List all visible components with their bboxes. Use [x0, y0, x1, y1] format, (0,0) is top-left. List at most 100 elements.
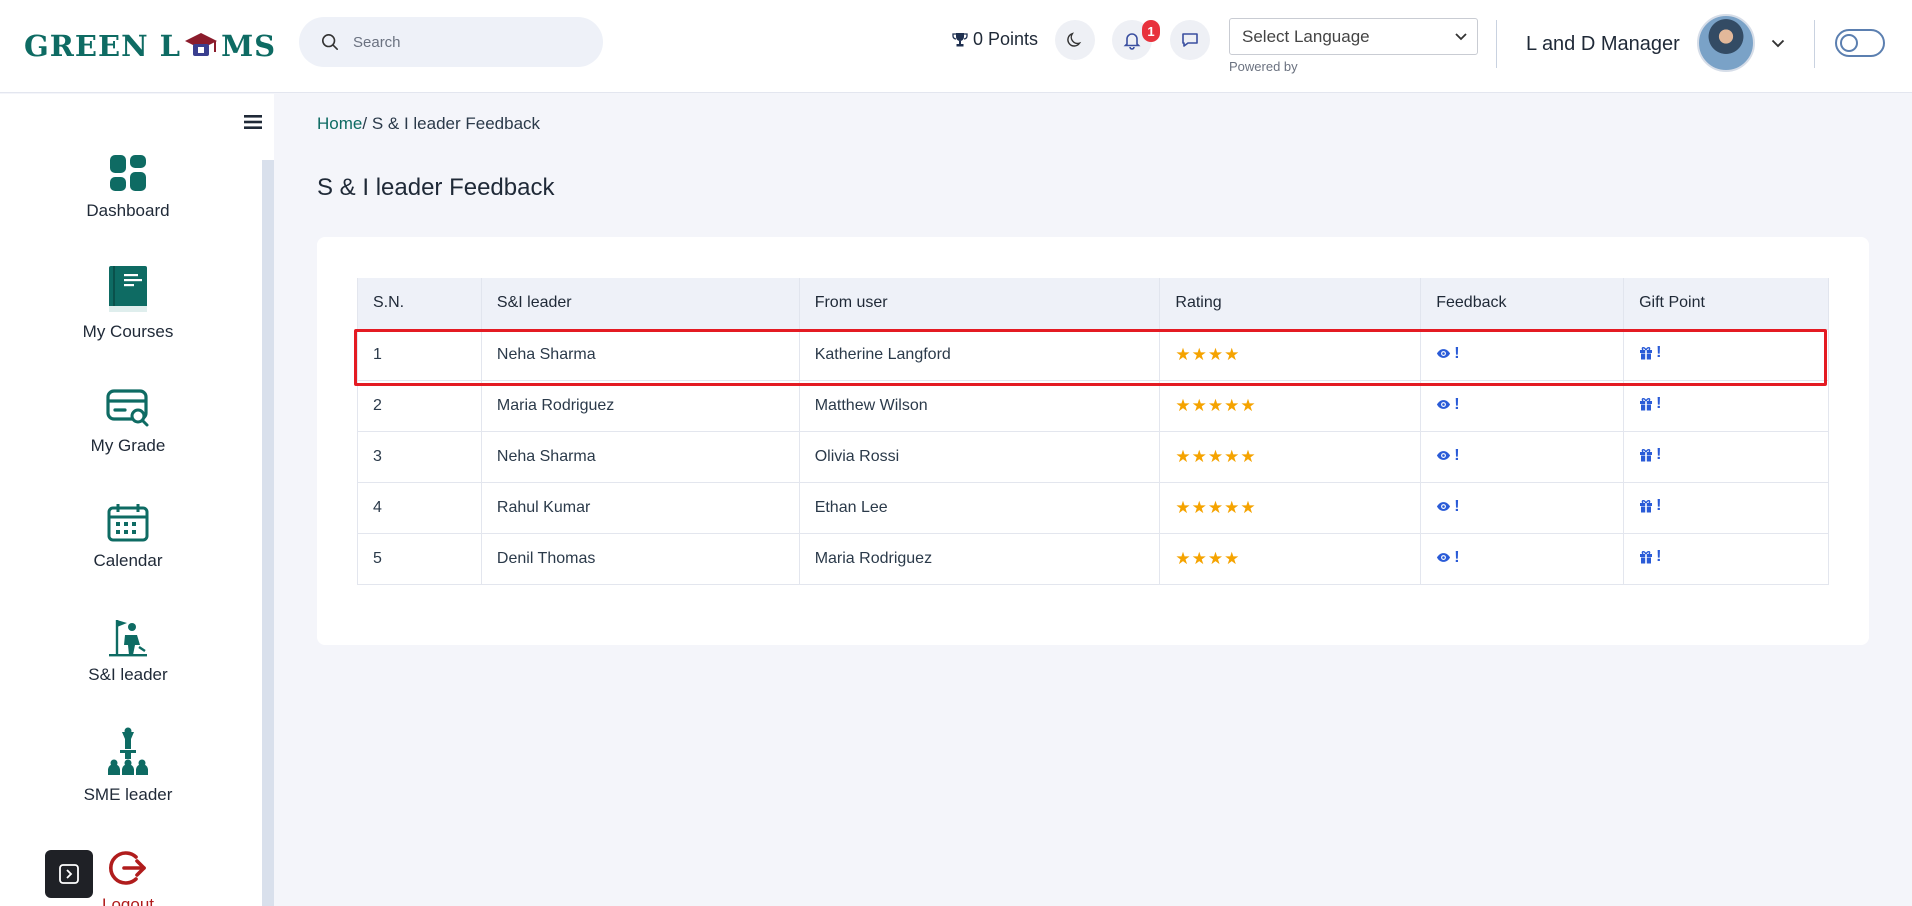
table-row: 5 Denil Thomas Maria Rodriguez ★★★★!! — [357, 532, 1829, 585]
cell-si-leader: Denil Thomas — [481, 532, 800, 585]
star-icon: ★ — [1224, 446, 1241, 466]
bell-icon — [1123, 33, 1141, 50]
cell-gift-point: ! — [1623, 379, 1829, 431]
cell-feedback: ! — [1420, 430, 1625, 482]
cell-sn: 1 — [357, 328, 482, 380]
breadcrumb-home-link[interactable]: Home — [317, 114, 362, 133]
cell-si-leader: Neha Sharma — [481, 328, 800, 380]
star-icon: ★ — [1175, 497, 1192, 517]
feedback-table: S.N. S&I leader From user Rating Feedbac… — [357, 278, 1829, 585]
star-icon: ★ — [1224, 497, 1241, 517]
user-name: L and D Manager — [1526, 33, 1680, 55]
view-feedback-button[interactable]: ! — [1436, 548, 1460, 567]
cell-rating: ★★★★★ — [1159, 379, 1422, 431]
panel-expand-icon — [59, 864, 79, 884]
cell-si-leader: Rahul Kumar — [481, 481, 800, 533]
column-header-sn[interactable]: S.N. — [357, 278, 482, 329]
sidebar-item-label: Logout — [102, 895, 154, 906]
sidebar-item-sme-leader[interactable]: SME leader — [60, 727, 196, 805]
star-icon: ★ — [1175, 344, 1192, 364]
notification-count-badge: 1 — [1142, 20, 1160, 42]
sidebar-item-my-grade[interactable]: My Grade — [60, 388, 196, 456]
logout-icon — [109, 851, 146, 885]
gift-icon — [1640, 500, 1653, 513]
table-row: 3 Neha Sharma Olivia Rossi ★★★★★!! — [357, 430, 1829, 482]
action-mark: ! — [1656, 344, 1662, 361]
page-title: S & I leader Feedback — [317, 174, 555, 201]
cell-sn: 5 — [357, 532, 482, 585]
logo-text-left: GREEN L — [24, 29, 182, 63]
column-header-rating[interactable]: Rating — [1159, 278, 1422, 329]
star-rating: ★★★★ — [1175, 345, 1240, 364]
sidebar-item-label: My Courses — [82, 322, 174, 341]
star-icon: ★ — [1240, 446, 1257, 466]
star-icon: ★ — [1224, 344, 1241, 364]
gift-point-button[interactable]: ! — [1639, 395, 1661, 413]
language-select[interactable]: Select Language — [1229, 18, 1478, 55]
star-icon: ★ — [1191, 497, 1208, 517]
expand-panel-button[interactable] — [45, 850, 93, 898]
column-header-si-leader[interactable]: S&I leader — [481, 278, 800, 329]
avatar[interactable] — [1697, 14, 1755, 72]
action-mark: ! — [1454, 548, 1460, 566]
table-row: 4 Rahul Kumar Ethan Lee ★★★★★!! — [357, 481, 1829, 533]
toggle-knob — [1840, 34, 1858, 52]
star-icon: ★ — [1224, 548, 1241, 568]
view-feedback-button[interactable]: ! — [1436, 345, 1460, 363]
theme-toggle[interactable] — [1835, 29, 1885, 57]
chevron-down-icon — [1455, 32, 1467, 40]
column-header-gift-point[interactable]: Gift Point — [1623, 278, 1829, 329]
column-header-feedback[interactable]: Feedback — [1420, 278, 1625, 329]
sidebar-item-my-courses[interactable]: My Courses — [60, 264, 196, 342]
hamburger-menu-icon[interactable] — [244, 114, 262, 130]
search-box[interactable] — [299, 17, 603, 67]
sidebar-item-calendar[interactable]: Calendar — [60, 503, 196, 571]
star-icon: ★ — [1191, 395, 1208, 415]
gift-icon — [1640, 449, 1653, 462]
search-input[interactable] — [353, 33, 573, 51]
breadcrumb: Home/ S & I leader Feedback — [317, 114, 540, 134]
dark-mode-button[interactable] — [1055, 20, 1095, 60]
column-header-from-user[interactable]: From user — [799, 278, 1161, 329]
top-header: GREEN L MS 0 Points 1 Select Language Po… — [0, 0, 1912, 93]
star-icon: ★ — [1207, 497, 1225, 517]
table-row: 1 Neha Sharma Katherine Langford ★★★★!! — [357, 328, 1829, 380]
gift-point-button[interactable]: ! — [1639, 446, 1661, 464]
view-feedback-button[interactable]: ! — [1436, 396, 1460, 414]
points-display: 0 Points — [952, 29, 1038, 50]
eye-icon — [1437, 502, 1451, 512]
header-divider — [1496, 20, 1497, 68]
logo-text-right: MS — [221, 29, 277, 63]
star-rating: ★★★★★ — [1175, 396, 1256, 415]
cell-gift-point: ! — [1623, 532, 1829, 585]
sidebar-scrollbar[interactable] — [262, 160, 274, 906]
gift-point-button[interactable]: ! — [1639, 497, 1661, 515]
eye-icon — [1437, 553, 1451, 563]
user-menu-chevron-icon[interactable] — [1771, 39, 1785, 48]
green-lms-logo[interactable]: GREEN L MS — [24, 26, 276, 66]
action-mark: ! — [1656, 548, 1662, 565]
view-feedback-button[interactable]: ! — [1436, 447, 1460, 465]
star-icon: ★ — [1240, 497, 1257, 517]
star-icon: ★ — [1191, 446, 1208, 466]
header-divider-2 — [1814, 20, 1815, 68]
cell-gift-point: ! — [1623, 430, 1829, 482]
sidebar-item-dashboard[interactable]: Dashboard — [60, 153, 196, 221]
gift-point-button[interactable]: ! — [1639, 548, 1661, 566]
messages-button[interactable] — [1170, 20, 1210, 60]
star-icon: ★ — [1207, 344, 1225, 364]
sidebar-item-label: My Grade — [90, 436, 166, 455]
star-icon: ★ — [1207, 548, 1225, 568]
gift-point-button[interactable]: ! — [1639, 344, 1661, 362]
cell-from-user: Matthew Wilson — [799, 379, 1161, 431]
cell-feedback: ! — [1420, 379, 1625, 431]
sidebar-item-si-leader[interactable]: S&I leader — [60, 617, 196, 685]
points-label: 0 Points — [973, 29, 1039, 49]
cell-rating: ★★★★ — [1159, 532, 1422, 585]
cell-rating: ★★★★ — [1159, 328, 1422, 380]
star-icon: ★ — [1207, 446, 1225, 466]
moon-icon — [1067, 32, 1082, 47]
gift-icon — [1640, 398, 1653, 411]
view-feedback-button[interactable]: ! — [1436, 498, 1460, 516]
dashboard-icon — [110, 155, 146, 191]
